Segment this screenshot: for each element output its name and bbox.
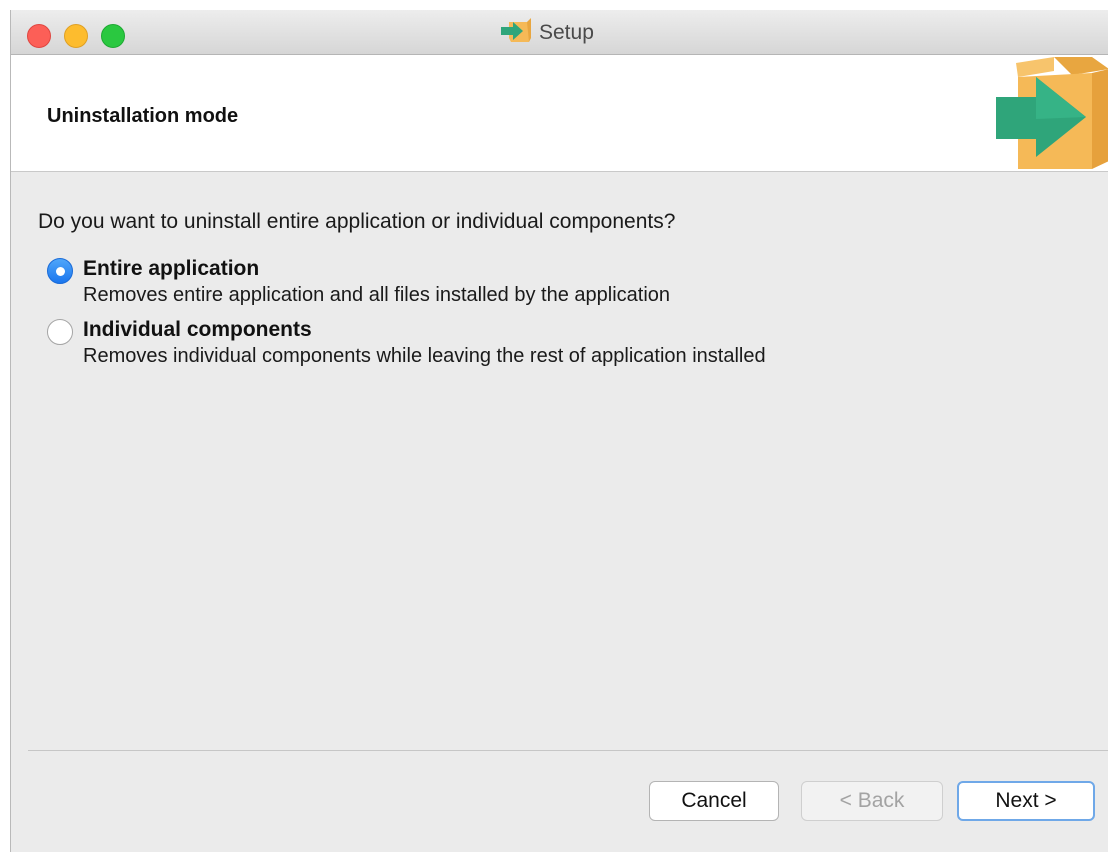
question-text: Do you want to uninstall entire applicat…	[38, 210, 676, 233]
close-window-button[interactable]	[27, 24, 51, 48]
option-description: Removes entire application and all files…	[83, 284, 671, 306]
window-title-group: Setup	[501, 17, 594, 49]
option-description: Removes individual components while leav…	[83, 345, 766, 367]
radio-individual-components[interactable]	[47, 319, 73, 345]
title-bar[interactable]: Setup	[11, 10, 1108, 55]
radio-selected-dot	[55, 266, 65, 276]
page-title: Uninstallation mode	[47, 105, 239, 127]
minimize-window-button[interactable]	[64, 24, 88, 48]
next-button[interactable]: Next >	[957, 781, 1095, 821]
option-text: Entire application Removes entire applic…	[83, 256, 670, 308]
option-text: Individual components Removes individual…	[83, 317, 766, 369]
setup-window: Setup Uninstallation mode Do you want to…	[10, 10, 1108, 852]
wizard-header: Uninstallation mode	[11, 55, 1108, 172]
option-individual-components[interactable]: Individual components Removes individual…	[47, 317, 766, 369]
footer-divider	[28, 750, 1108, 751]
option-label[interactable]: Individual components	[83, 317, 766, 343]
radio-entire-application[interactable]	[47, 258, 73, 284]
installer-box-arrow-icon	[501, 17, 531, 49]
back-button: < Back	[801, 781, 943, 821]
option-label[interactable]: Entire application	[83, 256, 670, 282]
zoom-window-button[interactable]	[101, 24, 125, 48]
installer-box-arrow-icon	[996, 57, 1108, 174]
window-title: Setup	[539, 21, 594, 44]
cancel-button[interactable]: Cancel	[649, 781, 779, 821]
option-entire-application[interactable]: Entire application Removes entire applic…	[47, 256, 670, 308]
